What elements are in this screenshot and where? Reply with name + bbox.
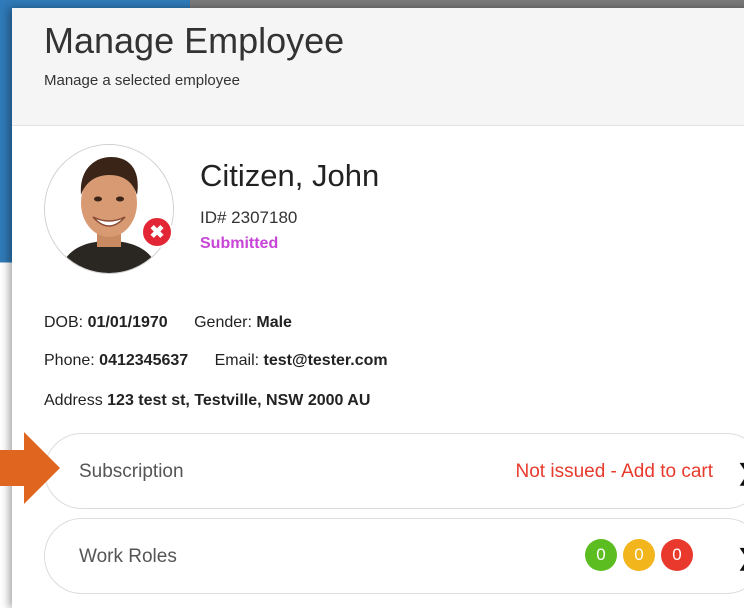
arrow-right-icon	[0, 428, 64, 513]
close-icon: ✖	[149, 222, 165, 242]
phone-value: 0412345637	[99, 352, 189, 369]
address-value: 123 test st, Testville, NSW 2000 AU	[107, 392, 371, 409]
dob-gender-line: DOB: 01/01/1970 Gender: Male	[44, 314, 292, 332]
chevron-right-icon: ❯	[737, 545, 744, 571]
count-badge-green: 0	[585, 539, 617, 571]
phone-label: Phone:	[44, 352, 95, 369]
modal-header: Manage Employee Manage a selected employ…	[12, 8, 744, 126]
email-value: test@tester.com	[263, 352, 388, 369]
avatar	[44, 144, 174, 274]
gender-value: Male	[256, 314, 292, 331]
work-roles-label: Work Roles	[79, 546, 177, 567]
employee-id: ID# 2307180	[200, 208, 298, 227]
remove-photo-button[interactable]: ✖	[141, 216, 173, 248]
employee-name: Citizen, John	[200, 158, 380, 193]
subscription-label: Subscription	[79, 461, 184, 482]
subscription-row[interactable]: Subscription Not issued - Add to cart ❯	[44, 433, 744, 509]
contact-line: Phone: 0412345637 Email: test@tester.com	[44, 352, 388, 370]
address-label: Address	[44, 392, 103, 409]
manage-employee-modal: Manage Employee Manage a selected employ…	[12, 8, 744, 608]
status-badge: Submitted	[200, 235, 279, 252]
chevron-right-icon: ❯	[737, 460, 744, 486]
email-label: Email:	[214, 352, 260, 369]
address-line: Address 123 test st, Testville, NSW 2000…	[44, 392, 370, 410]
count-badge-red: 0	[661, 539, 693, 571]
page-subtitle: Manage a selected employee	[44, 72, 240, 89]
page-title: Manage Employee	[44, 20, 345, 61]
gender-label: Gender:	[194, 314, 252, 331]
work-roles-row[interactable]: Work Roles 0 0 0 ❯	[44, 518, 744, 594]
count-badge-yellow: 0	[623, 539, 655, 571]
dob-label: DOB:	[44, 314, 84, 331]
subscription-status-link[interactable]: Not issued - Add to cart	[516, 461, 714, 483]
dob-value: 01/01/1970	[87, 314, 168, 331]
work-roles-badges: 0 0 0	[585, 539, 693, 571]
